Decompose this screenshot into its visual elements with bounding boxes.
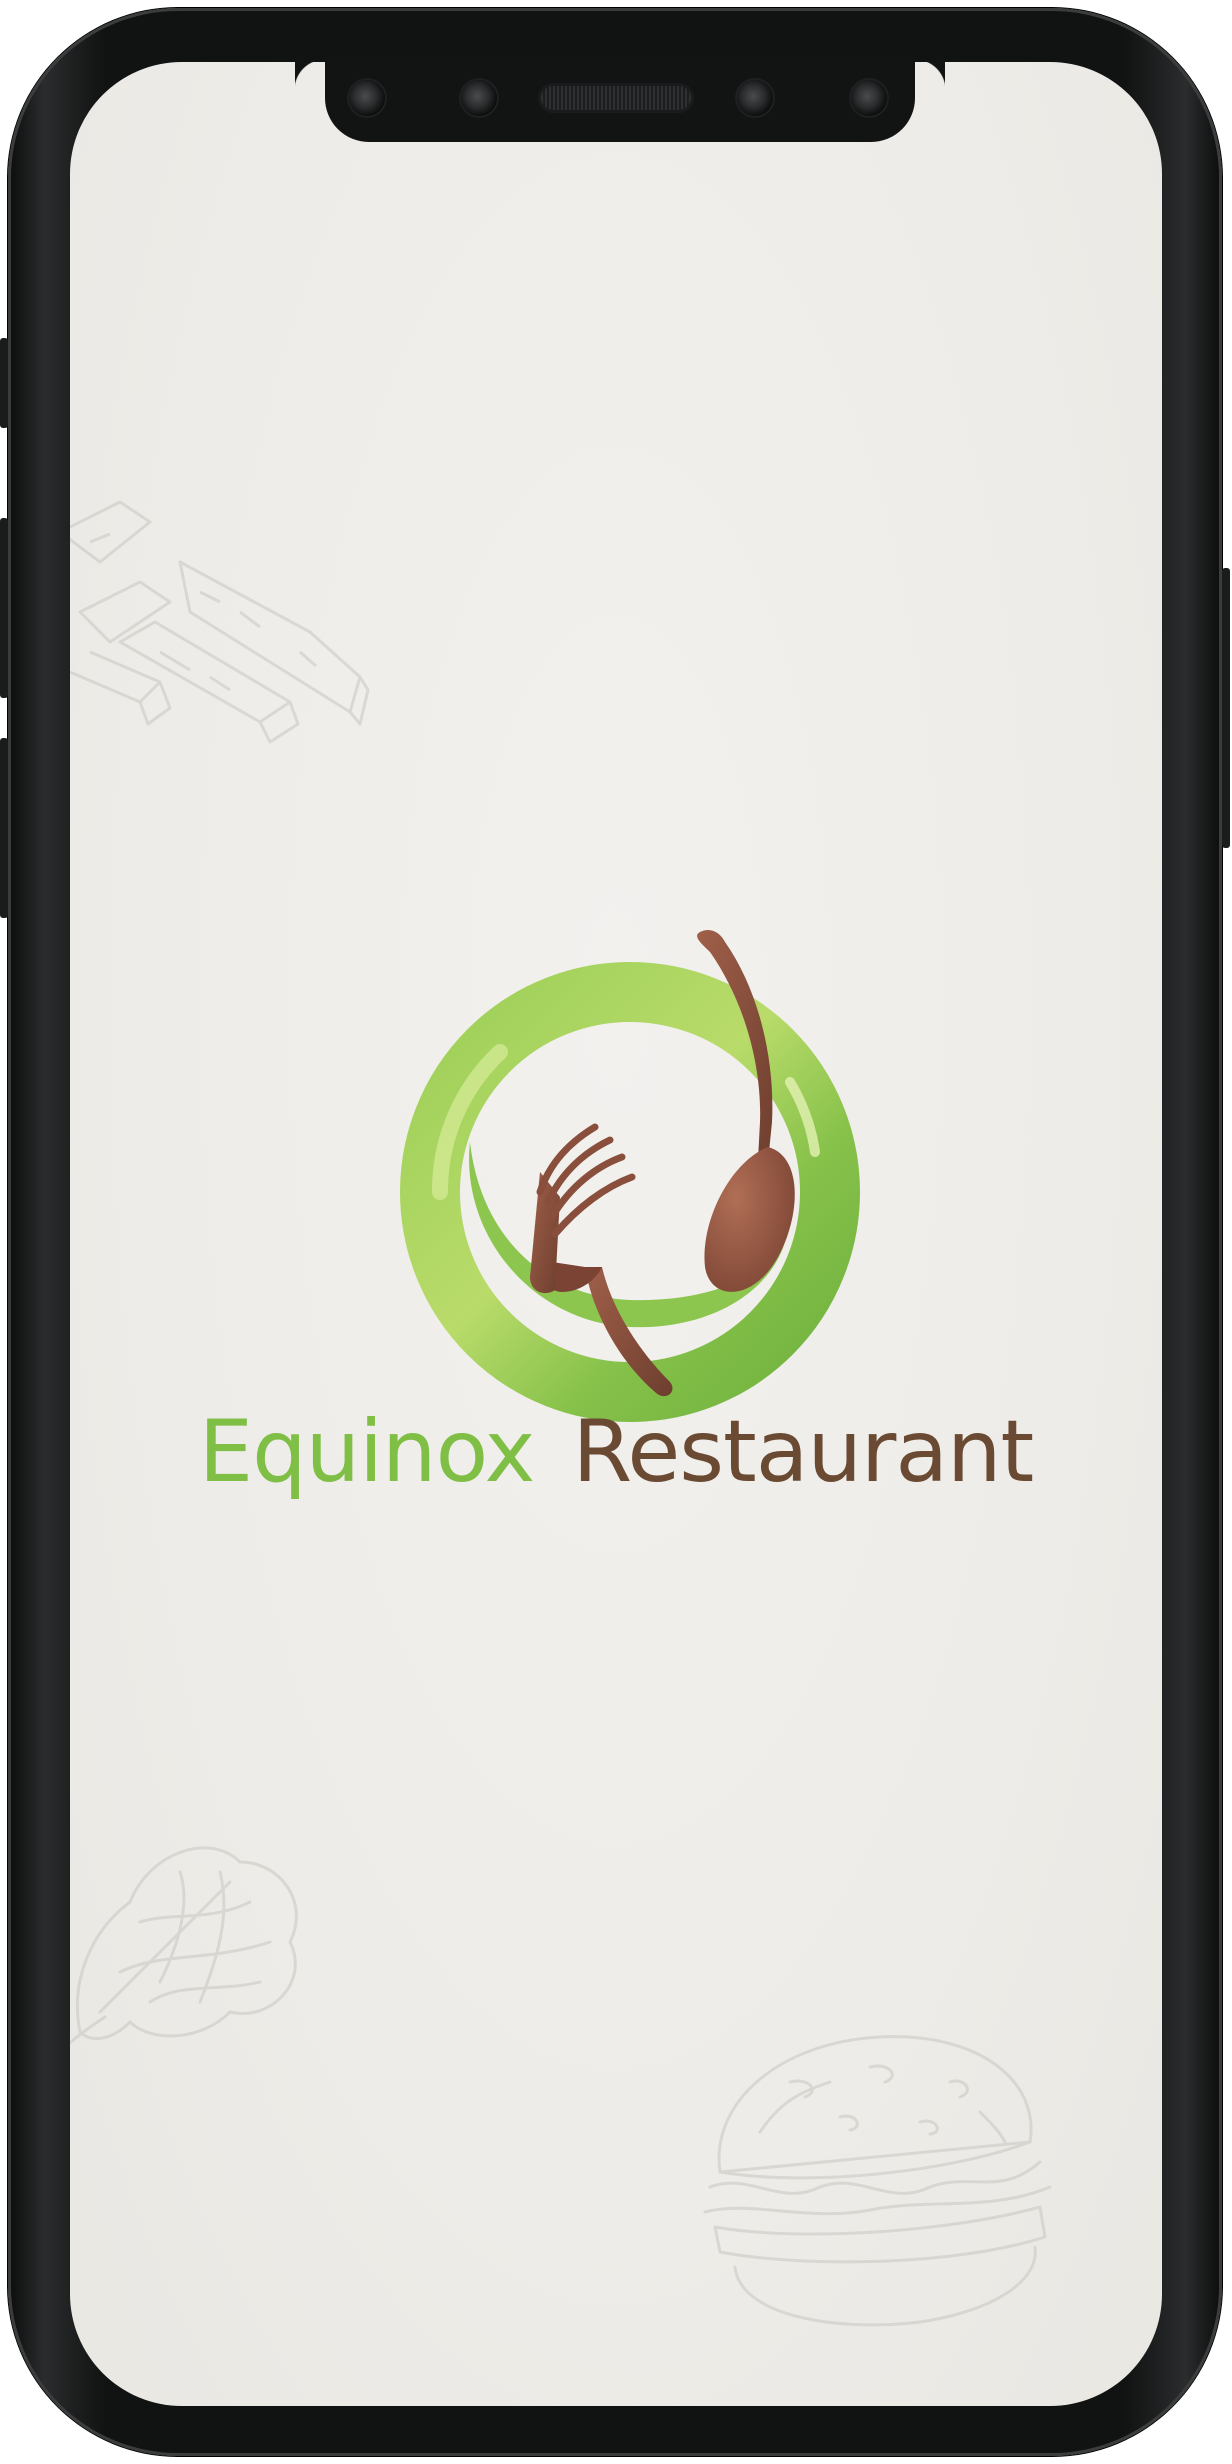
plate-fork-spoon-logo	[400, 930, 860, 1422]
splash-screen: Equinox Restaurant	[70, 62, 1162, 2406]
face-sensor	[737, 80, 773, 116]
device-notch	[325, 62, 945, 142]
ambient-light-sensor	[851, 80, 887, 116]
brand-name: Equinox Restaurant	[70, 1402, 1162, 1502]
restaurant-logo	[380, 872, 880, 1432]
power-button	[1222, 568, 1230, 848]
fries-doodle-icon	[70, 500, 370, 744]
lettuce-doodle-icon	[70, 1846, 298, 2045]
proximity-sensor	[349, 80, 385, 116]
earpiece-speaker	[541, 86, 691, 110]
volume-down-button	[0, 738, 8, 918]
mute-switch	[0, 338, 8, 428]
volume-up-button	[0, 518, 8, 698]
brand-name-first: Equinox	[198, 1402, 536, 1502]
device-mockup: Equinox Restaurant	[0, 0, 1232, 2464]
burger-doodle-icon	[703, 2035, 1052, 2327]
front-camera	[461, 80, 497, 116]
brand-name-second: Restaurant	[572, 1402, 1034, 1502]
